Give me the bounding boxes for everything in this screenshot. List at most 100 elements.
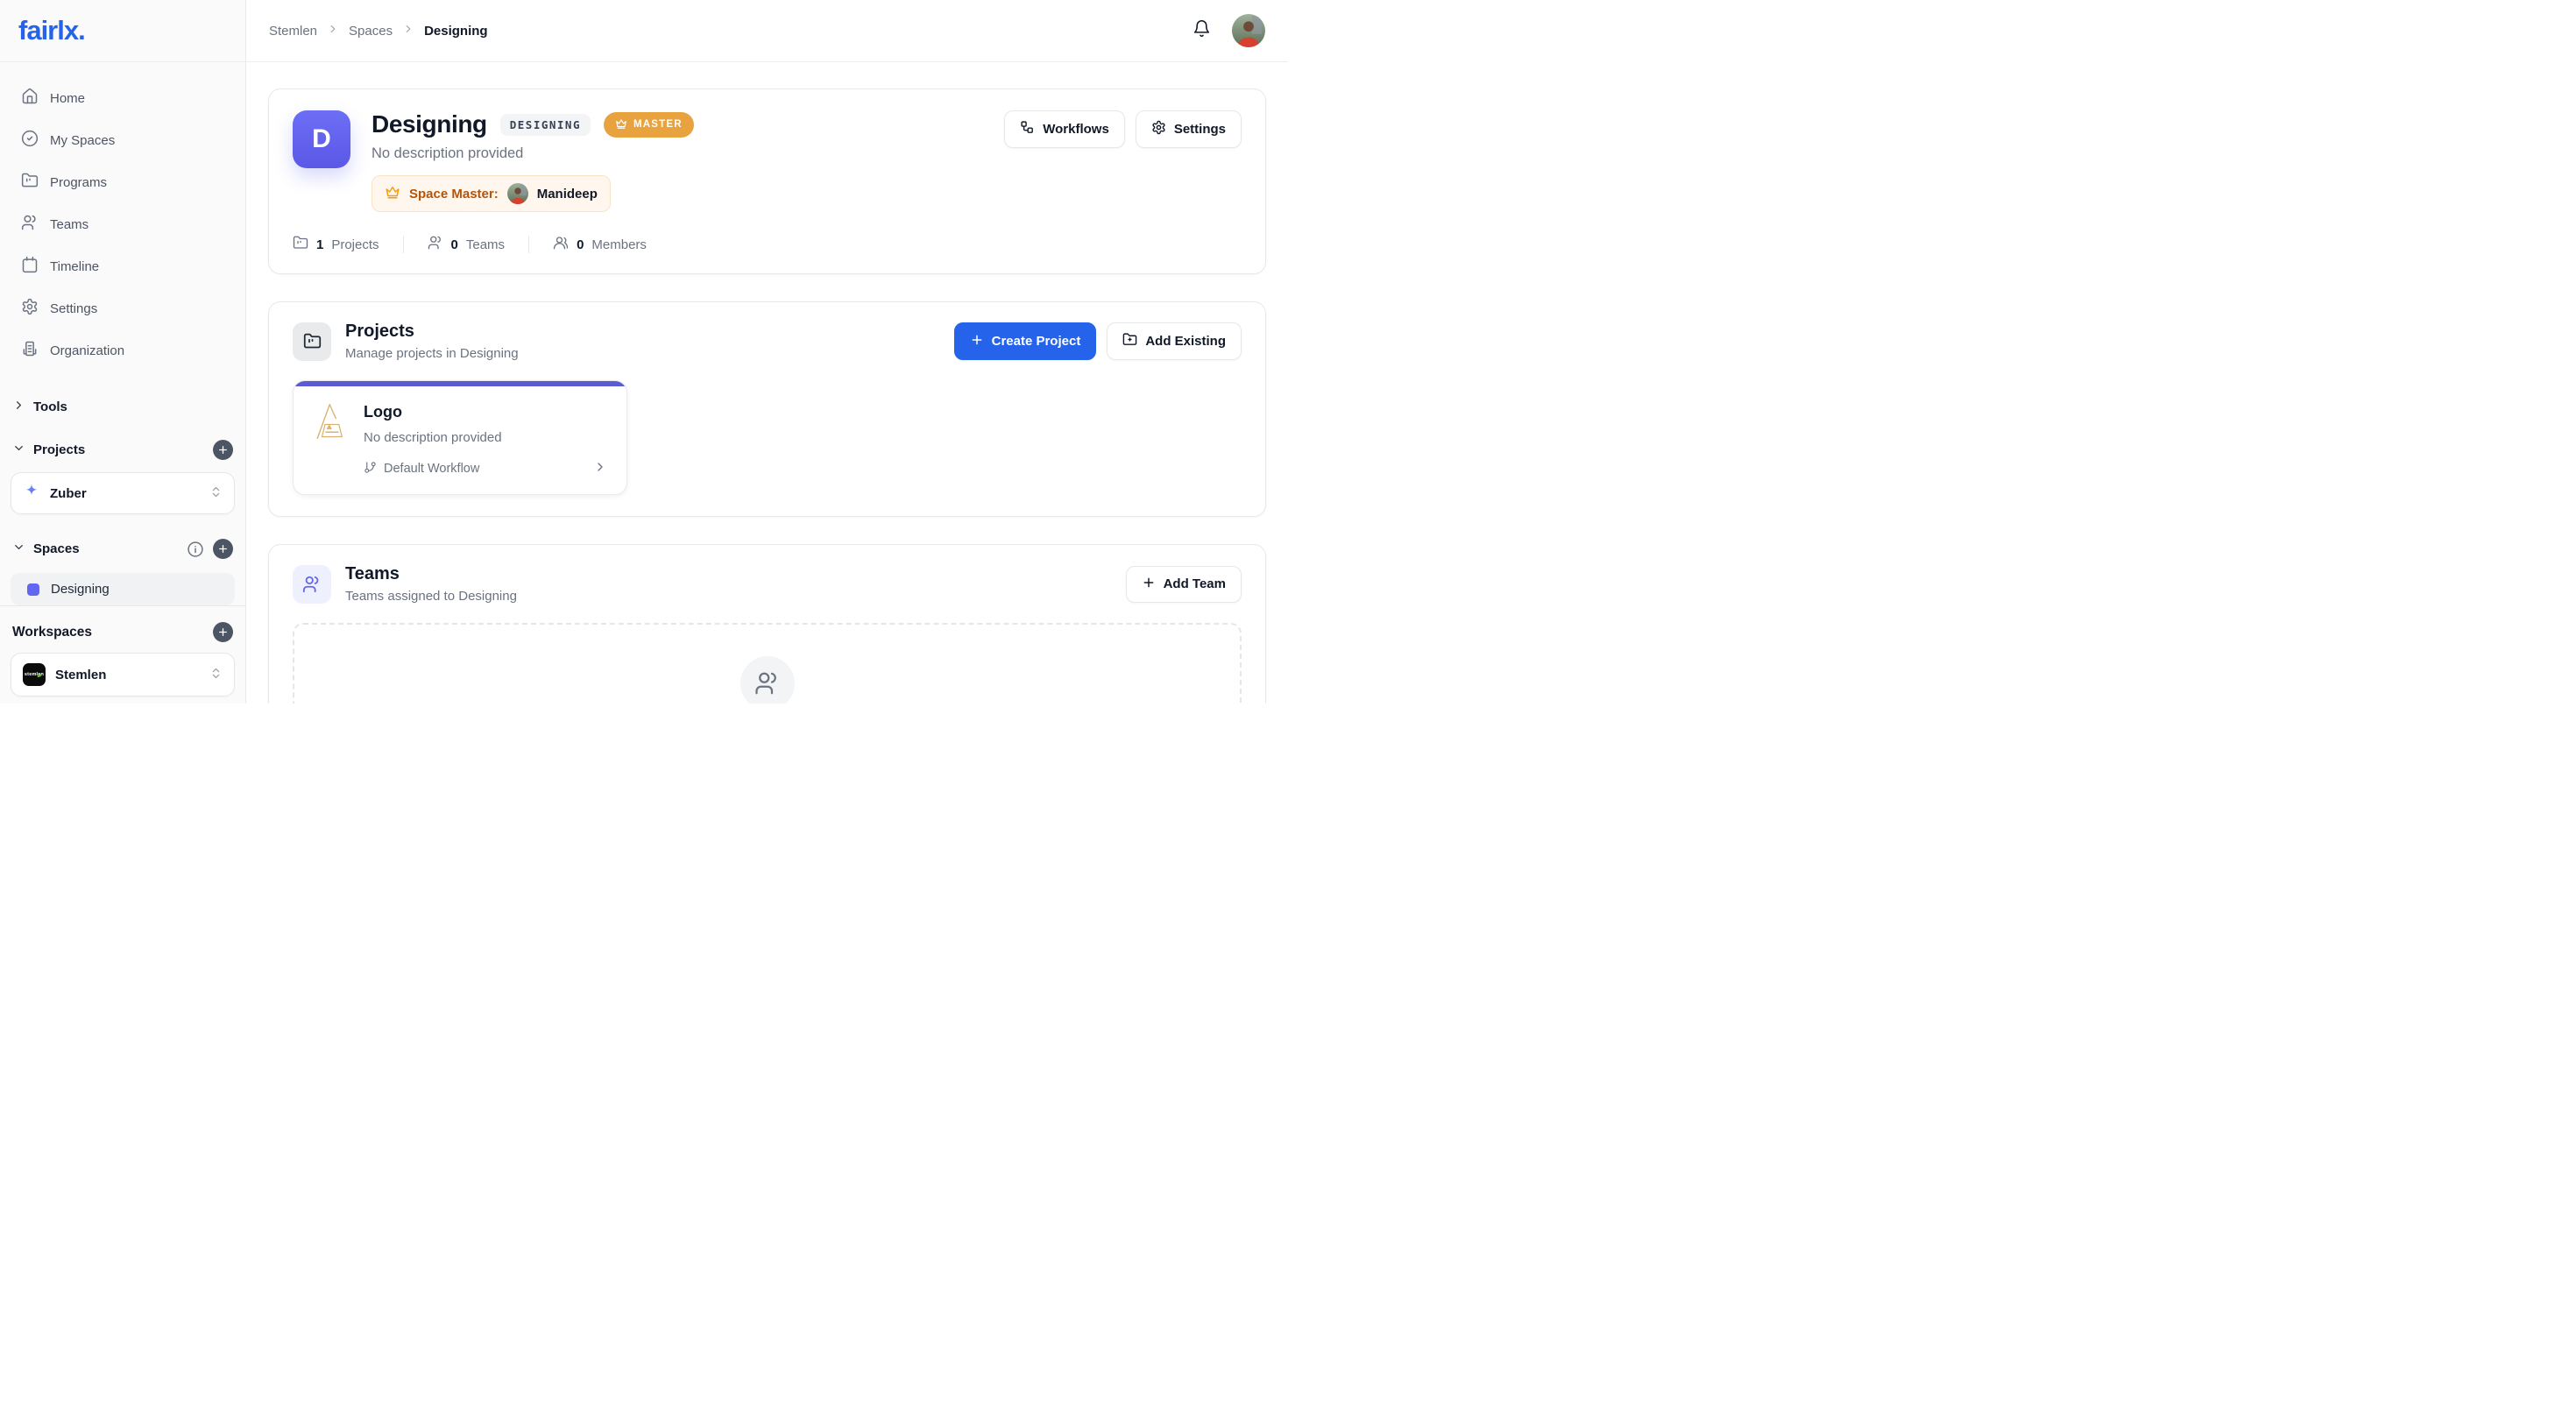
sidebar-section-tools[interactable]: Tools: [11, 393, 235, 421]
user-avatar[interactable]: [1232, 14, 1265, 47]
space-master-label: Space Master:: [409, 187, 499, 202]
workspaces-header: Workspaces: [11, 619, 235, 653]
space-stats: 1 Projects 0 Teams 0 Members: [293, 235, 1242, 254]
plus-icon: [970, 333, 984, 350]
teams-empty-icon-circle: [740, 656, 795, 704]
sidebar-item-timeline[interactable]: Timeline: [11, 248, 235, 285]
main-area: Stemlen Spaces Designing D Designing: [246, 0, 1288, 704]
space-master-chip: Space Master: Manideep: [372, 175, 611, 212]
topbar-actions: [1192, 14, 1265, 47]
workflows-button-label: Workflows: [1043, 122, 1109, 137]
projects-section-icon: [293, 322, 331, 361]
workspaces-label: Workspaces: [12, 625, 92, 640]
folder-plus-icon: [1122, 332, 1137, 350]
master-role-badge-label: MASTER: [633, 119, 683, 130]
chevrons-up-down-icon: [209, 485, 223, 502]
chevron-down-icon[interactable]: [12, 442, 25, 458]
breadcrumb-spaces[interactable]: Spaces: [349, 24, 393, 39]
spaces-info-icon[interactable]: [186, 540, 205, 559]
sidebar-nav: Home My Spaces Programs Teams Timeline S…: [0, 62, 245, 369]
crown-icon: [385, 184, 400, 204]
stat-label: Members: [591, 237, 647, 252]
project-selector[interactable]: Zuber: [11, 472, 235, 514]
space-item-label: Designing: [51, 582, 110, 597]
sidebar-bottom: Workspaces stemlen Stemlen: [0, 605, 245, 712]
chevron-down-icon[interactable]: [12, 541, 25, 557]
add-team-label: Add Team: [1164, 576, 1226, 591]
space-master-avatar: [507, 183, 528, 204]
space-color-dot: [27, 583, 39, 596]
breadcrumb-current: Designing: [424, 24, 488, 39]
calendar-icon: [21, 256, 39, 277]
gear-icon: [21, 298, 39, 319]
projects-section-label[interactable]: Projects: [33, 442, 85, 457]
chevrons-up-down-icon: [209, 667, 223, 683]
breadcrumb-workspace[interactable]: Stemlen: [269, 24, 317, 39]
selected-workspace-label: Stemlen: [55, 668, 106, 682]
stat-value: 1: [316, 237, 323, 252]
bell-icon[interactable]: [1192, 19, 1211, 42]
teams-section-icon: [293, 565, 331, 604]
workspace-logo: stemlen: [23, 663, 46, 686]
stat-teams: 0 Teams: [428, 235, 506, 254]
create-project-label: Create Project: [992, 334, 1081, 349]
gear-icon: [1151, 120, 1166, 138]
plus-icon: [1142, 576, 1156, 593]
folder-icon: [293, 235, 308, 254]
add-existing-button[interactable]: Add Existing: [1107, 322, 1242, 360]
sidebar-space-item-designing[interactable]: Designing: [11, 573, 235, 605]
add-project-button[interactable]: [213, 440, 233, 460]
users-round-icon: [553, 235, 569, 254]
sidebar-item-label: My Spaces: [50, 133, 115, 148]
project-card-logo[interactable]: Logo No description provided Default Wor…: [293, 380, 627, 495]
space-title: Designing: [372, 110, 487, 138]
sparkles-icon: [23, 483, 40, 504]
space-avatar: D: [293, 110, 350, 168]
spaces-section-label[interactable]: Spaces: [33, 541, 80, 556]
logo-row: fairlx.: [0, 0, 245, 62]
teams-section-subtitle: Teams assigned to Designing: [345, 589, 517, 604]
building-icon: [21, 340, 39, 361]
project-logo-image: [313, 401, 350, 477]
sidebar-item-my-spaces[interactable]: My Spaces: [11, 122, 235, 159]
space-overview-card: D Designing DESIGNING MASTER No descript…: [268, 88, 1266, 274]
page-content: D Designing DESIGNING MASTER No descript…: [246, 62, 1288, 704]
sidebar-item-settings[interactable]: Settings: [11, 290, 235, 327]
breadcrumb: Stemlen Spaces Designing: [269, 23, 488, 39]
master-role-badge: MASTER: [604, 112, 694, 138]
project-name: Logo: [364, 403, 607, 421]
sidebar-item-label: Home: [50, 91, 85, 106]
space-actions: Workflows Settings: [1004, 110, 1242, 148]
sidebar-section-spaces: Spaces: [11, 534, 235, 564]
brand-logo[interactable]: fairlx.: [18, 15, 85, 46]
space-settings-button[interactable]: Settings: [1136, 110, 1242, 148]
space-description: No description provided: [372, 145, 990, 162]
chevron-right-icon[interactable]: [593, 460, 607, 477]
stat-label: Teams: [466, 237, 505, 252]
sidebar-item-programs[interactable]: Programs: [11, 164, 235, 201]
git-branch-icon: [364, 461, 377, 477]
leaf-icon: [37, 667, 43, 682]
add-workspace-button[interactable]: [213, 622, 233, 642]
top-bar: Stemlen Spaces Designing: [246, 0, 1288, 62]
add-team-button[interactable]: Add Team: [1126, 566, 1242, 603]
workflows-button[interactable]: Workflows: [1004, 110, 1125, 148]
space-key-badge: DESIGNING: [500, 114, 591, 136]
space-master-name: Manideep: [537, 187, 598, 202]
teams-section-title: Teams: [345, 564, 517, 584]
sidebar-item-organization[interactable]: Organization: [11, 332, 235, 369]
projects-section-title: Projects: [345, 322, 519, 342]
add-space-button[interactable]: [213, 539, 233, 559]
workflow-icon: [1020, 120, 1035, 138]
workspace-switcher[interactable]: stemlen Stemlen: [11, 653, 235, 696]
stat-value: 0: [577, 237, 584, 252]
sidebar-item-label: Teams: [50, 217, 88, 232]
project-description: No description provided: [364, 430, 607, 445]
sidebar-item-label: Timeline: [50, 259, 99, 274]
folder-kanban-icon: [21, 172, 39, 193]
teams-empty-state: [293, 623, 1242, 704]
sidebar-item-teams[interactable]: Teams: [11, 206, 235, 243]
sidebar-item-home[interactable]: Home: [11, 80, 235, 117]
create-project-button[interactable]: Create Project: [954, 322, 1097, 360]
stat-value: 0: [451, 237, 458, 252]
